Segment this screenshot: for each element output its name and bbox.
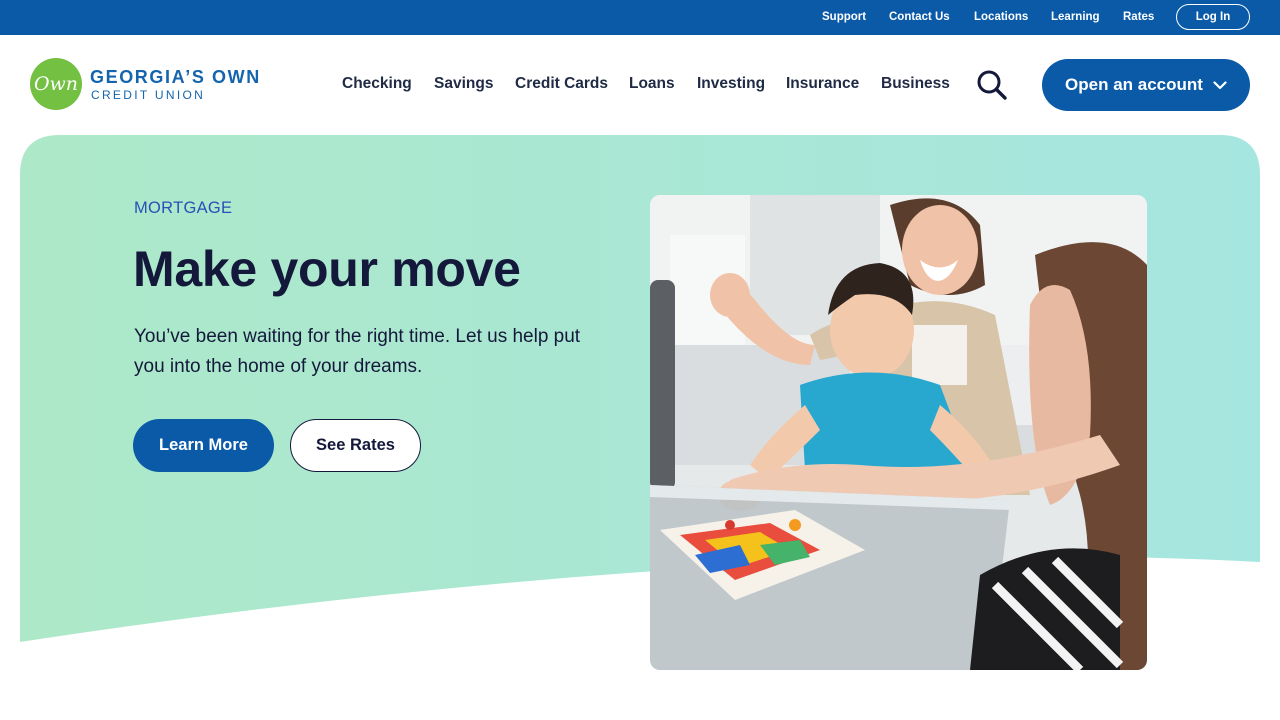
logo-mark: Own <box>30 58 82 110</box>
nav-item-business[interactable]: Business <box>881 75 950 93</box>
search-button[interactable] <box>974 69 1010 101</box>
search-icon <box>977 70 1007 100</box>
nav-item-investing[interactable]: Investing <box>697 75 765 93</box>
open-account-label: Open an account <box>1065 75 1203 94</box>
hero-title: Make your move <box>133 241 521 297</box>
utility-link-learning[interactable]: Learning <box>1051 11 1100 23</box>
see-rates-button[interactable]: See Rates <box>290 419 421 472</box>
hero-description: You’ve been waiting for the right time. … <box>134 326 581 377</box>
nav-item-checking[interactable]: Checking <box>342 75 412 93</box>
hero-photo <box>650 195 1147 670</box>
hero-eyebrow: MORTGAGE <box>134 199 233 217</box>
logo-name: GEORGIA’S OWN <box>90 67 261 87</box>
utility-link-rates[interactable]: Rates <box>1123 11 1154 23</box>
utility-bar: Support Contact Us Locations Learning Ra… <box>0 0 1280 35</box>
learn-more-button[interactable]: Learn More <box>133 419 274 472</box>
open-account-button[interactable]: Open an account <box>1042 59 1250 111</box>
utility-link-support[interactable]: Support <box>822 11 866 23</box>
login-button[interactable]: Log In <box>1176 4 1250 30</box>
family-board-game-illustration <box>650 195 1147 670</box>
site-header: Own GEORGIA’S OWN CREDIT UNION Checking … <box>0 35 1280 135</box>
utility-link-locations[interactable]: Locations <box>974 11 1028 23</box>
nav-item-insurance[interactable]: Insurance <box>786 75 859 93</box>
logo-subname: CREDIT UNION <box>91 88 206 102</box>
brand-logo[interactable]: Own GEORGIA’S OWN CREDIT UNION <box>30 58 280 112</box>
utility-link-contact-us[interactable]: Contact Us <box>889 11 950 23</box>
nav-item-loans[interactable]: Loans <box>629 75 675 93</box>
chevron-down-icon <box>1213 80 1227 89</box>
nav-item-savings[interactable]: Savings <box>434 75 493 93</box>
nav-item-credit-cards[interactable]: Credit Cards <box>515 75 608 93</box>
